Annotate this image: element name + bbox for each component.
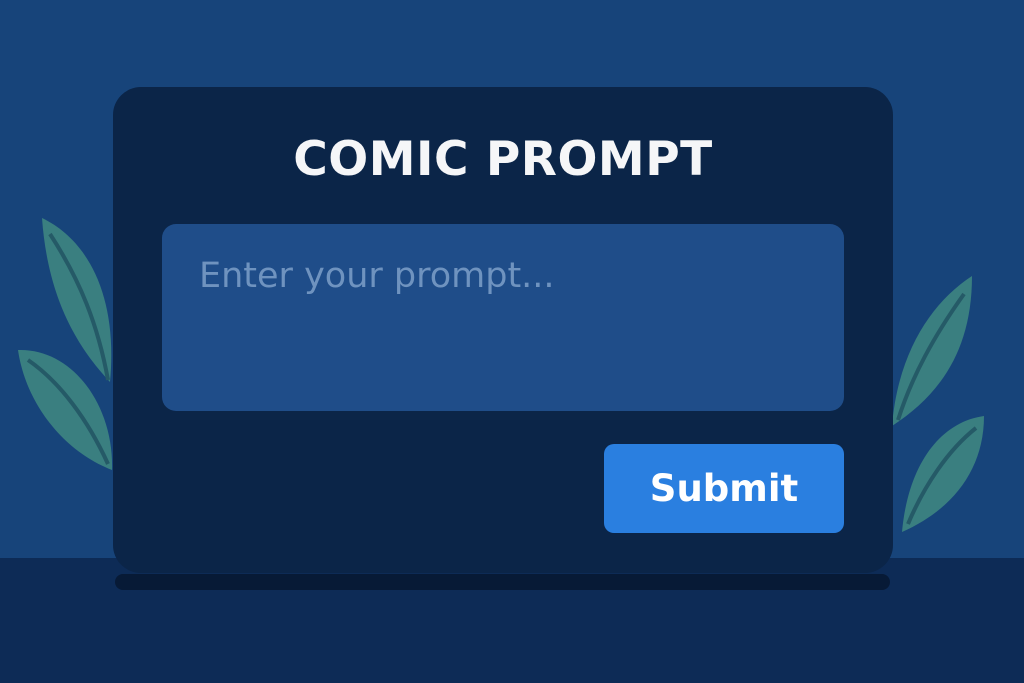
prompt-input[interactable] xyxy=(199,254,807,381)
page-background: COMIC PROMPT Submit xyxy=(0,0,1024,683)
page-title: COMIC PROMPT xyxy=(293,132,713,187)
prompt-input-container[interactable] xyxy=(162,224,844,411)
submit-button[interactable]: Submit xyxy=(604,444,844,533)
panel-shadow xyxy=(115,574,890,590)
